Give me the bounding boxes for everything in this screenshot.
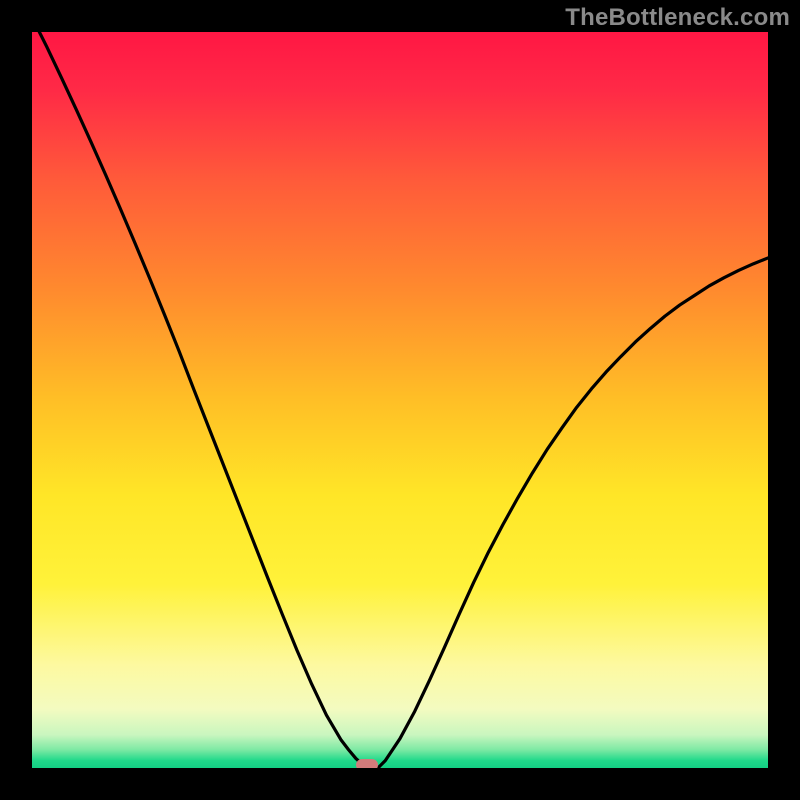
min-marker xyxy=(356,759,378,768)
watermark: TheBottleneck.com xyxy=(565,4,790,32)
bottleneck-curve xyxy=(32,32,768,768)
frame: TheBottleneck.com xyxy=(0,0,800,800)
plot-area xyxy=(32,32,768,768)
